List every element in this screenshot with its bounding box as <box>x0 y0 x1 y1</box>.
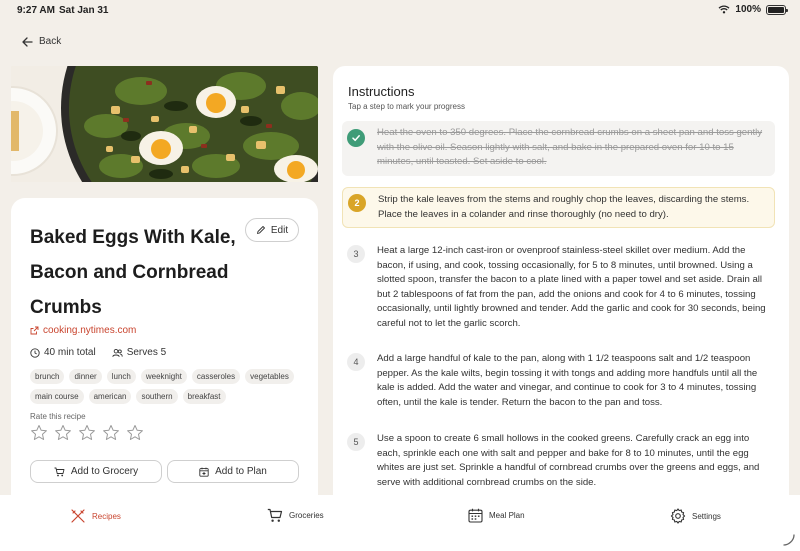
status-time: 9:27 AM <box>17 5 55 16</box>
recipe-title-line: Bacon and Cornbread <box>30 262 229 283</box>
battery-icon <box>766 4 788 15</box>
calendar-icon <box>468 508 483 523</box>
step-number: 2 <box>348 194 366 212</box>
users-icon <box>112 348 123 357</box>
add-to-grocery-button[interactable]: Add to Grocery <box>30 460 162 483</box>
tab-meal-plan-label: Meal Plan <box>489 511 525 520</box>
add-to-plan-button[interactable]: Add to Plan <box>167 460 299 483</box>
recipe-title: Baked Eggs With Kale, Bacon and Cornbrea… <box>30 220 240 325</box>
instruction-step[interactable]: Heat the oven to 350 degrees. Place the … <box>342 121 775 176</box>
tag-chip[interactable]: breakfast <box>182 389 226 404</box>
battery-percent: 100% <box>735 4 761 15</box>
resize-grip-icon <box>783 534 795 546</box>
tab-groceries[interactable]: Groceries <box>267 508 324 523</box>
source-label: cooking.nytimes.com <box>43 325 137 336</box>
rating-stars <box>30 424 144 442</box>
edit-label: Edit <box>270 224 289 236</box>
instructions-title: Instructions <box>348 84 415 99</box>
cart-icon <box>267 508 283 522</box>
tab-recipes[interactable]: Recipes <box>70 508 121 524</box>
instruction-step[interactable]: 5 Use a spoon to create 6 small hollows … <box>342 432 775 494</box>
recipe-actions: Add to Grocery Add to Plan <box>30 460 299 483</box>
instructions-panel: Instructions Tap a step to mark your pro… <box>333 66 789 506</box>
add-to-plan-label: Add to Plan <box>215 466 267 477</box>
step-text: Use a spoon to create 6 small hollows in… <box>377 433 760 488</box>
recipe-meta: 40 min total Serves 5 <box>30 347 166 358</box>
add-to-grocery-label: Add to Grocery <box>70 466 139 477</box>
tag-chip[interactable]: vegetables <box>245 369 294 384</box>
step-number: 4 <box>347 353 365 371</box>
step-text: Heat the oven to 350 degrees. Place the … <box>377 127 763 168</box>
clock-icon <box>30 347 40 358</box>
tag-chip[interactable]: american <box>88 389 132 404</box>
status-right: 100% <box>718 4 788 15</box>
total-time: 40 min total <box>30 347 96 358</box>
back-label: Back <box>39 36 62 47</box>
tag-chip[interactable]: dinner <box>69 369 102 384</box>
tab-bar: Recipes Groceries Meal Plan Settings <box>0 495 800 551</box>
wifi-icon <box>718 5 730 14</box>
servings: Serves 5 <box>112 347 166 358</box>
back-button[interactable]: Back <box>22 36 61 47</box>
arrow-left-icon <box>22 36 33 47</box>
step-text: Strip the kale leaves from the stems and… <box>378 194 750 220</box>
instruction-step[interactable]: 2 Strip the kale leaves from the stems a… <box>342 187 775 228</box>
check-icon <box>347 129 365 147</box>
tab-groceries-label: Groceries <box>289 511 324 520</box>
tag-chip[interactable]: weeknight <box>140 369 187 384</box>
step-number: 5 <box>347 433 365 451</box>
status-date: Sat Jan 31 <box>59 5 109 16</box>
star-icon[interactable] <box>102 424 120 442</box>
step-text: Heat a large 12-inch cast-iron or ovenpr… <box>377 245 766 329</box>
recipe-info-card: Baked Eggs With Kale, Bacon and Cornbrea… <box>11 198 318 498</box>
step-text: Add a large handful of kale to the pan, … <box>377 353 758 408</box>
tag-chip[interactable]: casseroles <box>191 369 241 384</box>
step-number: 3 <box>347 245 365 263</box>
instructions-subtitle: Tap a step to mark your progress <box>348 102 465 111</box>
tag-chip[interactable]: lunch <box>106 369 136 384</box>
tag-chip[interactable]: brunch <box>30 369 65 384</box>
tab-recipes-label: Recipes <box>92 511 121 521</box>
cart-icon <box>54 467 65 476</box>
tab-settings[interactable]: Settings <box>670 508 721 524</box>
rate-label: Rate this recipe <box>30 412 86 421</box>
source-link[interactable]: cooking.nytimes.com <box>30 325 136 336</box>
tag-list: brunch dinner lunch weeknight casseroles… <box>30 369 300 404</box>
star-icon[interactable] <box>30 424 48 442</box>
star-icon[interactable] <box>126 424 144 442</box>
status-bar: 9:27 AM Sat Jan 31 100% <box>0 0 800 22</box>
instruction-step[interactable]: 3 Heat a large 12-inch cast-iron or oven… <box>342 244 775 338</box>
edit-button[interactable]: Edit <box>245 218 299 242</box>
star-icon[interactable] <box>54 424 72 442</box>
tab-settings-label: Settings <box>692 511 721 521</box>
recipe-title-line: Baked Eggs With Kale, <box>30 227 236 248</box>
servings-label: Serves 5 <box>126 347 167 358</box>
recipe-title-line: Crumbs <box>30 297 102 318</box>
pencil-icon <box>256 226 265 234</box>
utensils-icon <box>71 509 85 523</box>
total-time-label: 40 min total <box>44 347 96 358</box>
recipe-hero-image <box>11 66 318 182</box>
gear-icon <box>670 508 686 524</box>
tab-meal-plan[interactable]: Meal Plan <box>468 508 525 523</box>
tag-chip[interactable]: southern <box>136 389 178 404</box>
instruction-step[interactable]: 4 Add a large handful of kale to the pan… <box>342 352 775 414</box>
tag-chip[interactable]: main course <box>30 389 84 404</box>
star-icon[interactable] <box>78 424 96 442</box>
calendar-plus-icon <box>199 467 209 477</box>
external-link-icon <box>30 326 39 335</box>
